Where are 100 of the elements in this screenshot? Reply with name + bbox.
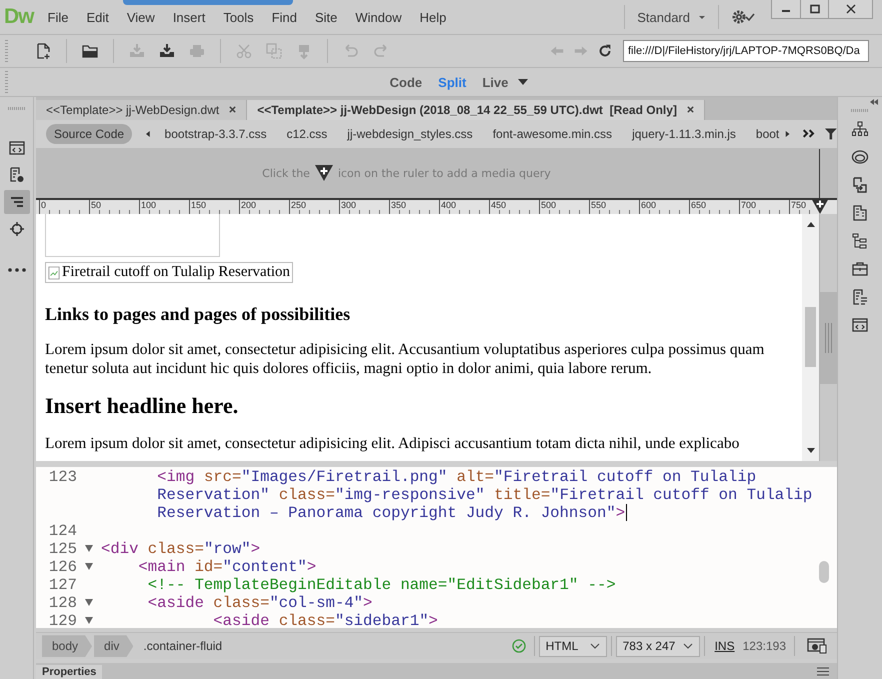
scroll-down-icon[interactable]: [806, 448, 814, 453]
media-query-hint: Click the: [262, 166, 310, 180]
fold-icon[interactable]: [85, 545, 93, 552]
code-brackets-icon[interactable]: [851, 316, 869, 334]
filter-icon[interactable]: [825, 127, 837, 140]
left-arrow-icon[interactable]: [146, 130, 151, 138]
code-line: Reservation" class="img-responsive" title="Firetrail cutoff on Tulalip: [156, 486, 812, 504]
line-number: 124: [48, 522, 77, 540]
ruler-label: 400: [440, 200, 458, 210]
breadcrumb[interactable]: body: [42, 635, 92, 658]
chevron-icon: [590, 643, 600, 650]
section-heading: Links to pages and pages of possibilities: [45, 304, 352, 325]
document-list-icon[interactable]: [851, 288, 869, 306]
related-file-tab[interactable]: jquery-1.11.3.min.js: [632, 126, 736, 141]
code-line: <main id="content">: [137, 558, 316, 576]
scrollbar-thumb[interactable]: [805, 307, 816, 368]
breadcrumb[interactable]: .container-fluid: [143, 639, 222, 654]
scrollbar[interactable]: [802, 214, 819, 461]
upload-icon[interactable]: [158, 42, 176, 60]
menu-item[interactable]: Site: [314, 10, 338, 24]
line-number: 123: [48, 468, 77, 486]
briefcase-icon[interactable]: [851, 260, 869, 278]
close-icon[interactable]: [686, 106, 694, 114]
tree-icon[interactable]: [851, 232, 869, 250]
building-icon[interactable]: [851, 204, 869, 222]
check-circle-icon[interactable]: [512, 639, 526, 654]
workspace-dropdown[interactable]: Standard: [635, 10, 708, 24]
scrollbar-thumb[interactable]: [819, 560, 829, 583]
line-number: 129: [48, 612, 77, 628]
scrollbar[interactable]: [819, 214, 837, 461]
app-logo: Dw: [4, 5, 34, 29]
document-tab[interactable]: <<Template>> jj-WebDesign.dwt: [36, 100, 248, 120]
ruler-label: 550: [590, 200, 608, 210]
gear-check-icon[interactable]: [731, 8, 757, 26]
menu-item[interactable]: File: [48, 10, 68, 24]
close-button[interactable]: [828, 0, 872, 18]
code-editor[interactable]: [36, 466, 837, 628]
ruler-label: 500: [540, 200, 558, 210]
image-alt-text: Firetrail cutoff on Tulalip Reservation: [62, 264, 290, 282]
ruler-label: 200: [240, 200, 258, 210]
code-line: <aside class="col-sm-4">: [146, 594, 372, 612]
menu-item[interactable]: Tools: [223, 10, 254, 24]
related-file-tab[interactable]: Source Code: [46, 124, 132, 144]
code-line: Reservation – Panorama copyright Judy R. Johnson">: [156, 504, 626, 522]
related-file-tab[interactable]: bootstrap-3.3.7.css: [164, 126, 267, 141]
ruler-label: 150: [190, 200, 208, 210]
view-tab[interactable]: Code: [382, 72, 430, 92]
device-preview-icon[interactable]: [807, 638, 827, 654]
document-type-dropdown[interactable]: HTML: [538, 636, 607, 657]
related-file-tab[interactable]: font-awesome.min.css: [492, 126, 612, 141]
line-number: 127: [48, 576, 77, 594]
panel-button[interactable]: [4, 190, 30, 214]
related-file-tab[interactable]: jj-webdesign_styles.css: [347, 126, 473, 141]
menu-item[interactable]: Help: [420, 10, 446, 24]
headline: Insert headline here.: [45, 392, 240, 419]
chevron-icon: [682, 643, 693, 650]
line-number: 126: [48, 558, 77, 576]
ruler-label: 300: [340, 200, 358, 210]
insert-mode[interactable]: INS: [714, 639, 735, 654]
related-file-tab[interactable]: c12.css: [286, 126, 328, 141]
close-icon[interactable]: [229, 106, 236, 114]
line-number: 128: [48, 594, 77, 612]
add-media-query-icon: [314, 165, 333, 182]
menu-item[interactable]: Window: [355, 10, 402, 24]
export-icon[interactable]: [851, 176, 869, 194]
cloud-rings-icon[interactable]: [851, 148, 869, 166]
add-media-query-icon[interactable]: [811, 198, 829, 214]
window-size-dropdown[interactable]: 783 x 247: [616, 636, 700, 657]
fold-icon[interactable]: [85, 617, 93, 624]
collapse-icon[interactable]: [870, 99, 878, 105]
broken-image-icon: [48, 266, 60, 280]
maximize-button[interactable]: [800, 0, 828, 18]
scroll-up-icon[interactable]: [806, 222, 814, 228]
fold-icon[interactable]: [85, 563, 93, 570]
menu-icon[interactable]: [817, 667, 829, 676]
target-icon: [8, 220, 26, 238]
panel-tab[interactable]: Properties: [36, 665, 102, 679]
paragraph: Lorem ipsum dolor sit amet, consectetur adipisicing elit. Adipisci accusantium totam dicta nihil, unde explicabo: [45, 434, 740, 453]
breadcrumb[interactable]: div: [94, 635, 134, 658]
media-query-hint: icon on the ruler to add a media query: [338, 166, 551, 180]
sitemap-icon[interactable]: [851, 120, 869, 138]
close-icon: [846, 4, 856, 14]
fold-icon[interactable]: [85, 599, 93, 606]
menu-item[interactable]: View: [126, 10, 155, 24]
refresh-icon[interactable]: [597, 43, 613, 59]
maximize-icon: [810, 4, 820, 14]
ruler-label: 600: [640, 200, 658, 210]
minimize-button[interactable]: [772, 0, 800, 18]
address-field[interactable]: file:///D|/FileHistory/jrj/LAPTOP-7MQRS0BQ/Da: [623, 40, 869, 62]
view-tab[interactable]: Live: [474, 72, 516, 92]
code-line: <img src="Images/Firetrail.png" alt="Firetrail cutoff on Tulalip: [156, 468, 756, 486]
menu-item[interactable]: Edit: [86, 10, 109, 24]
menu-item[interactable]: Find: [272, 10, 297, 24]
right-arrow-icon[interactable]: [785, 130, 790, 138]
double-chevron-icon[interactable]: [802, 128, 816, 140]
related-file-tab[interactable]: boot: [756, 126, 780, 141]
menu-item[interactable]: Insert: [172, 10, 206, 24]
code-panel-icon: [8, 139, 26, 157]
caret-icon[interactable]: [518, 79, 528, 85]
document-tab[interactable]: <<Template>> jj-WebDesign (2018_08_14 22_55_59 UTC).dwt [Read Only]: [247, 100, 705, 120]
